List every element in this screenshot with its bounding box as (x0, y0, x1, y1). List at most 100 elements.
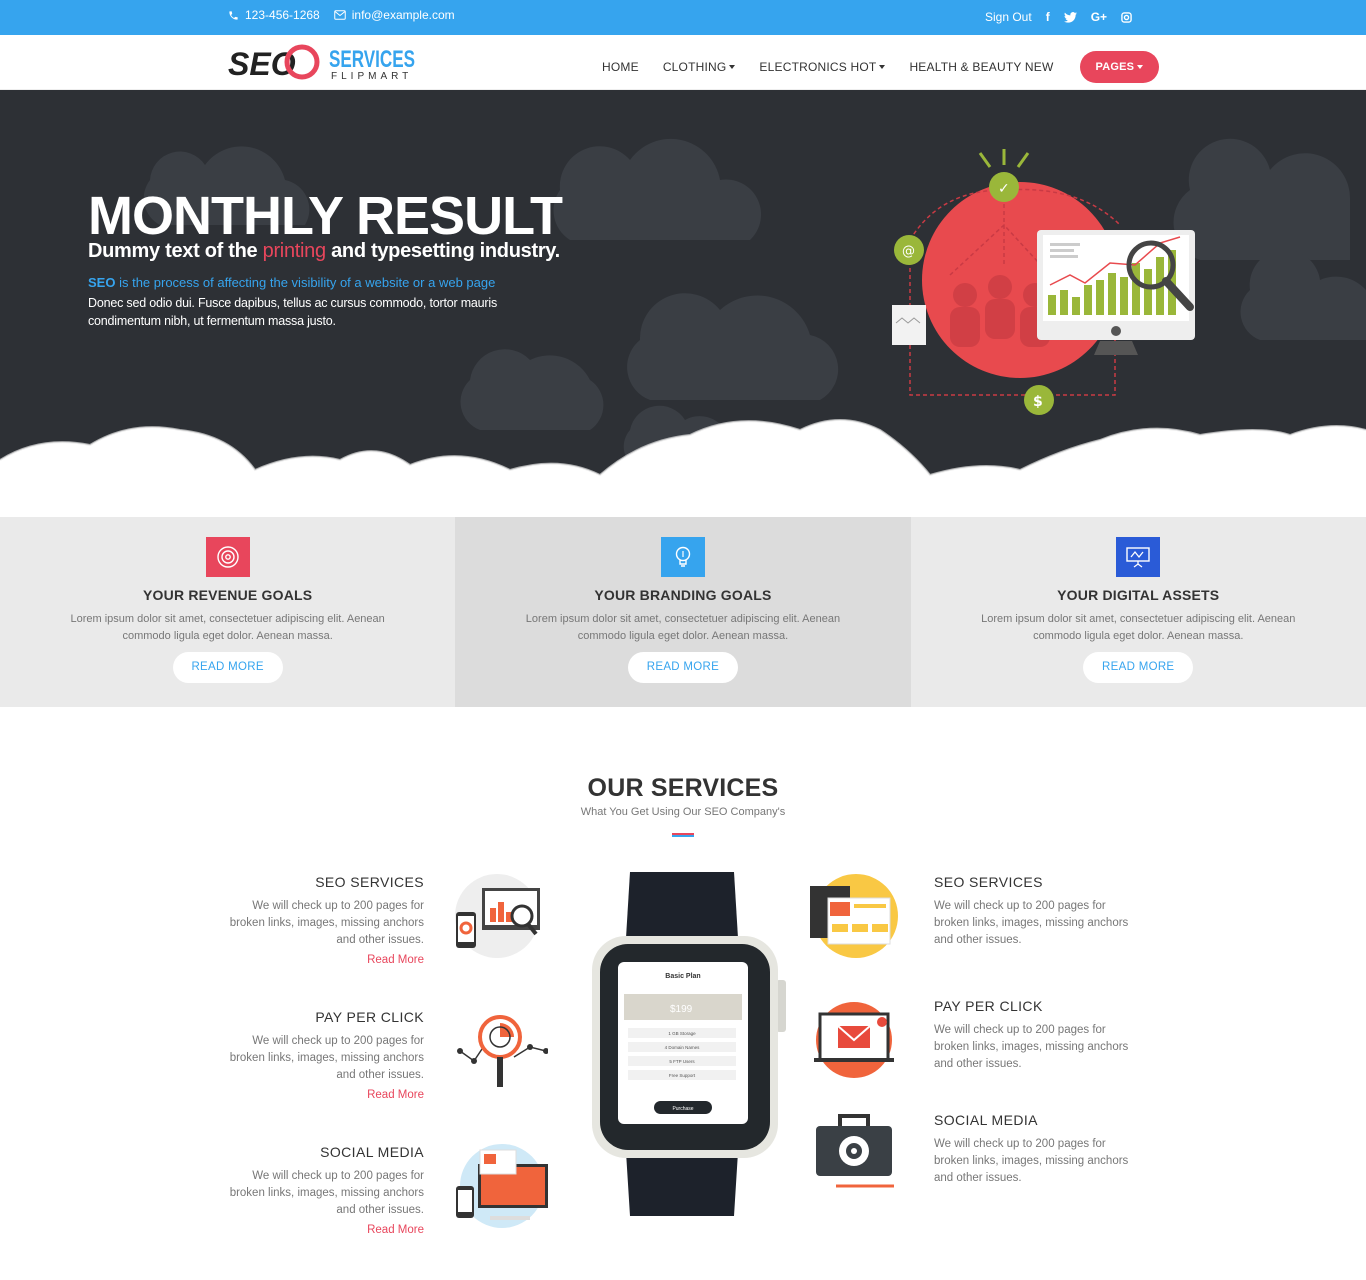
watch-price: $199 (670, 1004, 693, 1015)
watch-purchase-button: Purchase (672, 1106, 693, 1112)
target-icon (205, 537, 250, 577)
hero-sub-after: and typesetting industry. (325, 240, 560, 262)
nav-home-label: HOME (602, 60, 639, 74)
service-text: We will check up to 200 pages for broken… (934, 900, 1129, 946)
read-more-link[interactable]: Read More (224, 954, 424, 966)
svg-text:$: $ (1033, 394, 1043, 410)
service-item: SEO SERVICES We will check up to 200 pag… (224, 874, 424, 966)
read-more-button[interactable]: READ MORE (627, 652, 738, 683)
service-item: PAY PER CLICK We will check up to 200 pa… (224, 1009, 424, 1101)
presentation-icon (1116, 537, 1161, 577)
svg-text:@: @ (902, 244, 915, 259)
nav-health-label: HEALTH & BEAUTY NEW (909, 60, 1054, 74)
goal-card: YOUR REVENUE GOALS Lorem ipsum dolor sit… (0, 517, 456, 707)
google-plus-icon[interactable]: G+ (1091, 10, 1107, 24)
goal-title: YOUR BRANDING GOALS (594, 587, 772, 603)
nav-clothing-label: CLOTHING (662, 60, 727, 74)
goals-section: YOUR REVENUE GOALS Lorem ipsum dolor sit… (0, 517, 1366, 707)
service-text: We will check up to 200 pages for broken… (229, 900, 424, 946)
service-title: SEO SERVICES (315, 874, 424, 890)
twitter-icon[interactable] (1063, 11, 1077, 23)
top-bar: 123-456-1268 info@example.com Sign Out f… (0, 0, 1366, 35)
nav-electronics-label: ELECTRONICS HOT (759, 60, 877, 74)
site-header: SEO SERVICES FLIPMART HOME CLOTHING ELEC… (0, 35, 1366, 90)
hero-line1-bold: SEO (88, 275, 116, 290)
analytics-devices-icon (455, 874, 540, 958)
service-title: SOCIAL MEDIA (934, 1112, 1038, 1128)
service-item: SOCIAL MEDIA We will check up to 200 pag… (224, 1144, 424, 1236)
watch-feature: 4 Domain Names (665, 1045, 701, 1050)
nav-pages-button[interactable]: PAGES (1079, 51, 1160, 83)
logo-services-text: SERVICES (329, 46, 415, 73)
instagram-icon[interactable] (1121, 11, 1132, 23)
hero-subtitle: Dummy text of the printing and typesetti… (88, 240, 560, 263)
service-item: SOCIAL MEDIA We will check up to 200 pag… (934, 1112, 1134, 1187)
main-nav: HOME CLOTHING ELECTRONICS HOT HEALTH & B… (590, 51, 1160, 83)
read-more-button[interactable]: READ MORE (172, 652, 283, 683)
service-title: SEO SERVICES (934, 874, 1043, 890)
service-text: We will check up to 200 pages for broken… (229, 1170, 424, 1216)
phone-text: 123-456-1268 (245, 8, 320, 22)
nav-electronics[interactable]: ELECTRONICS HOT (747, 51, 897, 83)
read-more-button[interactable]: READ MORE (1083, 652, 1194, 683)
svg-text:✓: ✓ (998, 181, 1010, 197)
envelope-icon (333, 10, 346, 20)
goal-title: YOUR REVENUE GOALS (143, 587, 313, 603)
caret-down-icon (729, 65, 736, 69)
watch-feature: Free Support (669, 1073, 696, 1078)
hero-line1: SEO is the process of affecting the visi… (88, 275, 495, 290)
hero-banner: MONTHLY RESULT Dummy text of the printin… (0, 90, 1366, 518)
hero-title: MONTHLY RESULT (88, 186, 563, 246)
hero-line1-rest: is the process of affecting the visibili… (115, 275, 496, 290)
nav-clothing[interactable]: CLOTHING (651, 51, 748, 83)
toolbox-settings-icon (816, 1114, 894, 1188)
nav-health-beauty[interactable]: HEALTH & BEAUTY NEW (897, 51, 1065, 83)
service-text: We will check up to 200 pages for broken… (934, 1138, 1129, 1184)
email-contact[interactable]: info@example.com (333, 8, 455, 22)
signout-link[interactable]: Sign Out (985, 10, 1032, 24)
topbar-right: Sign Out f G+ (985, 10, 1132, 24)
service-item: SEO SERVICES We will check up to 200 pag… (934, 874, 1134, 949)
services-subheading: What You Get Using Our SEO Company's (580, 806, 786, 818)
social-devices-icon (456, 1144, 548, 1228)
service-title: PAY PER CLICK (934, 998, 1043, 1014)
section-divider (672, 833, 694, 837)
contact-info: 123-456-1268 info@example.com (228, 8, 455, 22)
phone-contact[interactable]: 123-456-1268 (228, 8, 320, 22)
goal-card: YOUR BRANDING GOALS Lorem ipsum dolor si… (455, 517, 911, 707)
lightbulb-icon (660, 537, 705, 577)
service-text: We will check up to 200 pages for broken… (934, 1024, 1129, 1070)
magnifier-chart-icon (457, 1015, 548, 1087)
seo-services-logo[interactable]: SEO SERVICES FLIPMART (228, 39, 418, 85)
service-text: We will check up to 200 pages for broken… (229, 1035, 424, 1081)
nav-home[interactable]: HOME (590, 51, 651, 83)
phone-icon (229, 10, 238, 20)
read-more-link[interactable]: Read More (224, 1089, 424, 1101)
nav-pages-label: PAGES (1095, 61, 1135, 73)
goal-text: Lorem ipsum dolor sit amet, consectetuer… (525, 613, 841, 642)
goal-title: YOUR DIGITAL ASSETS (1057, 587, 1220, 603)
watch-plan-name: Basic Plan (665, 973, 700, 980)
hero-sub-before: Dummy text of the (88, 240, 263, 262)
read-more-link[interactable]: Read More (224, 1224, 424, 1236)
service-title: PAY PER CLICK (315, 1009, 424, 1025)
service-item: PAY PER CLICK We will check up to 200 pa… (934, 998, 1134, 1073)
watch-feature: 5 FTP Users (669, 1059, 695, 1064)
logo-flipmart-text: FLIPMART (331, 71, 412, 82)
smartwatch-mockup: Basic Plan $199 1 GB Storage 4 Domain Na… (592, 872, 786, 1216)
service-title: SOCIAL MEDIA (320, 1144, 424, 1160)
services-heading: OUR SERVICES (587, 774, 779, 802)
caret-down-icon (1137, 65, 1144, 69)
hero-sub-accent: printing (262, 240, 327, 262)
goal-text: Lorem ipsum dolor sit amet, consectetuer… (981, 613, 1296, 642)
facebook-icon[interactable]: f (1046, 10, 1050, 24)
email-marketing-icon (814, 1002, 894, 1078)
web-design-icon (810, 874, 898, 958)
goal-text: Lorem ipsum dolor sit amet, consectetuer… (70, 613, 385, 642)
goal-card: YOUR DIGITAL ASSETS Lorem ipsum dolor si… (910, 517, 1366, 707)
email-text: info@example.com (351, 8, 455, 22)
seo-analytics-illustration: ✓ @ $ (892, 149, 1195, 415)
watch-feature: 1 GB Storage (668, 1031, 696, 1036)
caret-down-icon (879, 65, 886, 69)
hero-description: Donec sed odio dui. Fusce dapibus, tellu… (88, 296, 498, 328)
